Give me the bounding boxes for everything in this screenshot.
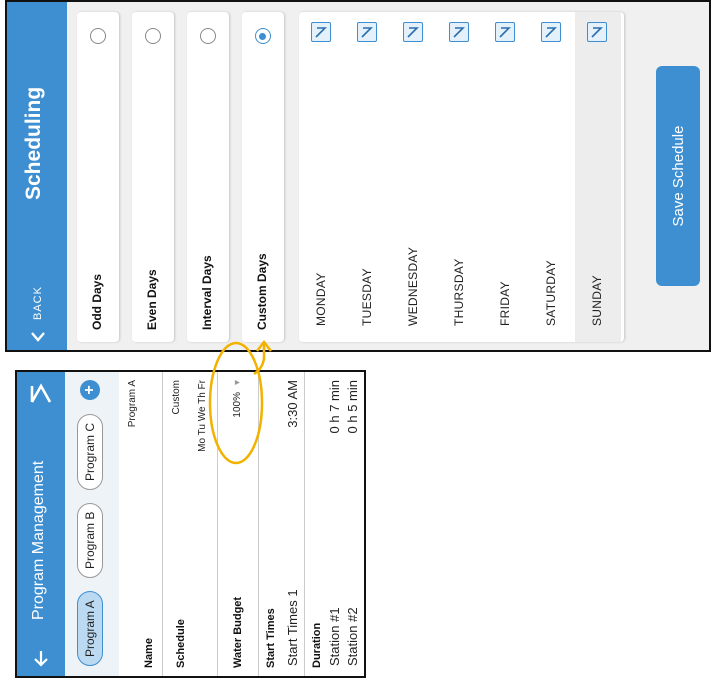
checkmark-icon <box>591 27 603 38</box>
station-1-label: Station #1 <box>327 607 342 666</box>
option-even-days[interactable]: Even Days <box>132 12 174 342</box>
program-details: Name Program A Schedule Custom Mo Tu We … <box>119 372 364 676</box>
duration-row[interactable]: Duration Station #1 0 h 7 min Station #2… <box>305 372 364 676</box>
checkmark-icon <box>315 27 327 38</box>
day-label: TUESDAY <box>360 268 374 326</box>
day-checkbox[interactable] <box>449 22 469 42</box>
add-program-button[interactable]: + <box>80 380 100 400</box>
name-row[interactable]: Name Program A <box>119 372 163 676</box>
option-label: Even Days <box>145 269 159 330</box>
scheduling-body: Odd Days Even Days Interval Days Custom … <box>67 2 709 350</box>
station-2-label: Station #2 <box>345 607 360 666</box>
day-checkbox[interactable] <box>403 22 423 42</box>
start-time-1-value: 3:30 AM <box>285 380 300 428</box>
arrow-left-icon[interactable] <box>31 648 51 668</box>
program-management-screen: Program Management Program A Program B P… <box>15 370 366 678</box>
page-title: Program Management <box>30 460 47 620</box>
tab-program-a[interactable]: Program A <box>77 591 103 666</box>
start-times-row[interactable]: Start Times Start Times 1 3:30 AM <box>259 372 305 676</box>
day-label: MONDAY <box>314 272 328 326</box>
radio-button-selected[interactable] <box>255 28 271 44</box>
water-budget-value: 100% <box>232 392 243 418</box>
day-row-thursday[interactable]: THURSDAY <box>437 12 483 342</box>
day-row-tuesday[interactable]: TUESDAY <box>345 12 391 342</box>
station-2-value: 0 h 5 min <box>345 380 360 434</box>
scheduling-rotated-content: BACK Scheduling Odd Days Even Days Inter… <box>7 2 709 350</box>
checkmark-icon <box>545 27 557 38</box>
checkmark-icon <box>361 27 373 38</box>
back-label: BACK <box>32 286 44 320</box>
day-label: FRIDAY <box>498 281 512 326</box>
back-button[interactable]: BACK <box>25 286 51 344</box>
day-row-friday[interactable]: FRIDAY <box>483 12 529 342</box>
station-1-value: 0 h 7 min <box>327 380 342 434</box>
day-checkbox[interactable] <box>541 22 561 42</box>
schedule-row[interactable]: Schedule Custom Mo Tu We Th Fr <box>163 372 218 676</box>
radio-button[interactable] <box>200 28 216 44</box>
day-label: SATURDAY <box>544 260 558 326</box>
day-label: THURSDAY <box>452 258 466 326</box>
day-row-sunday[interactable]: SUNDAY <box>575 12 621 342</box>
day-checkbox[interactable] <box>311 22 331 42</box>
program-tabs: Program A Program B Program C <box>65 372 119 676</box>
option-interval-days[interactable]: Interval Days <box>187 12 229 342</box>
day-checkbox[interactable] <box>495 22 515 42</box>
option-odd-days[interactable]: Odd Days <box>77 12 119 342</box>
day-row-wednesday[interactable]: WEDNESDAY <box>391 12 437 342</box>
checkmark-icon <box>499 27 511 38</box>
radio-button[interactable] <box>90 28 106 44</box>
radio-button[interactable] <box>145 28 161 44</box>
water-budget-label: Water Budget <box>232 596 244 668</box>
days-list: MONDAY TUESDAY WEDNESDAY THURSDAY FRIDAY… <box>299 12 624 342</box>
day-label: WEDNESDAY <box>406 246 420 326</box>
chevron-left-icon <box>31 332 45 342</box>
water-budget-row[interactable]: Water Budget 100% ▾ <box>218 372 259 676</box>
checkmark-icon <box>453 27 465 38</box>
menu-icon[interactable] <box>29 382 53 406</box>
option-label: Custom Days <box>255 253 269 330</box>
program-rotated-content: Program Management Program A Program B P… <box>17 372 364 676</box>
start-times-label: Start Times <box>265 608 277 668</box>
schedule-days: Mo Tu We Th Fr <box>197 380 208 452</box>
name-label: Name <box>143 638 155 668</box>
duration-label: Duration <box>311 622 323 668</box>
dropdown-arrow-icon: ▾ <box>232 380 243 386</box>
start-time-1-label: Start Times 1 <box>285 589 300 666</box>
schedule-label: Schedule <box>175 619 187 668</box>
day-row-monday[interactable]: MONDAY <box>299 12 345 342</box>
schedule-type: Custom <box>171 380 182 415</box>
name-value: Program A <box>127 380 138 428</box>
scheduling-screen: BACK Scheduling Odd Days Even Days Inter… <box>5 0 711 352</box>
day-label: SUNDAY <box>590 275 604 326</box>
day-row-saturday[interactable]: SATURDAY <box>529 12 575 342</box>
day-checkbox[interactable] <box>587 22 607 42</box>
option-label: Odd Days <box>90 273 104 330</box>
scheduling-header: BACK Scheduling <box>7 2 67 350</box>
program-header: Program Management <box>17 372 65 676</box>
option-label: Interval Days <box>200 255 214 330</box>
save-schedule-button[interactable]: Save Schedule <box>656 66 700 286</box>
option-custom-days[interactable]: Custom Days <box>242 12 284 342</box>
page-title: Scheduling <box>22 86 45 200</box>
tab-program-c[interactable]: Program C <box>77 413 103 490</box>
plus-icon: + <box>81 385 98 395</box>
checkmark-icon <box>407 27 419 38</box>
day-checkbox[interactable] <box>357 22 377 42</box>
tab-program-b[interactable]: Program B <box>77 502 103 578</box>
